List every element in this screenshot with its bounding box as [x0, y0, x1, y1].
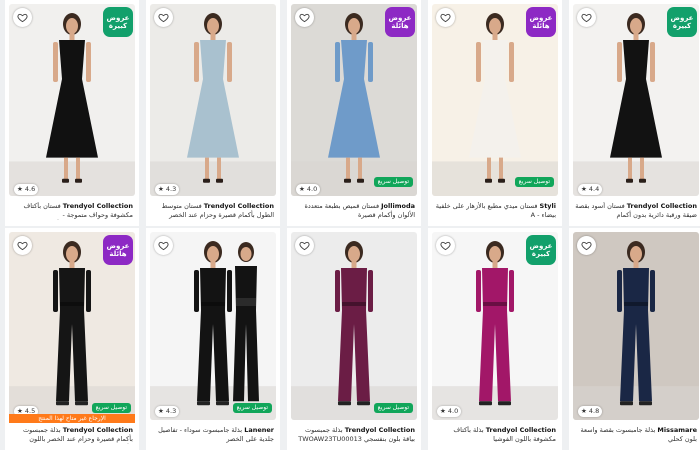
rating-badge: ★ 4.0 — [437, 406, 462, 417]
product-card[interactable]: عروض كبيرة ★ 4.0 Trendyol Collection بذلة ب… — [428, 228, 562, 450]
heart-icon — [17, 13, 28, 23]
product-brand: Trendyol Collection — [203, 202, 274, 210]
product-description[interactable]: Trendyol Collection فستان متوسط الطول بأ… — [152, 202, 274, 220]
deal-badge-text: كبيرة — [672, 22, 692, 30]
deal-badge: عروض كبيرة — [667, 7, 697, 37]
express-delivery-badge: توصيل سريع — [373, 403, 413, 413]
favorite-button[interactable] — [577, 236, 596, 255]
heart-icon — [158, 13, 169, 23]
rating-badge: ★ 4.8 — [578, 406, 603, 417]
heart-icon — [17, 241, 28, 251]
favorite-button[interactable] — [154, 236, 173, 255]
product-card[interactable]: ★ 4.3 Trendyol Collection فستان متوسط الط… — [146, 0, 280, 226]
product-photo — [150, 232, 276, 420]
promo-strip: الإرجاع غير متاح لهذا المنتج — [9, 414, 135, 423]
product-image[interactable] — [573, 232, 699, 420]
product-card[interactable]: توصيل سريع Trendyol Collection بذلة جمبسو… — [287, 228, 421, 450]
product-image[interactable] — [150, 232, 276, 420]
product-brand: Styli — [539, 202, 556, 210]
deal-badge-text: عروض — [670, 14, 694, 22]
heart-icon — [299, 13, 310, 23]
product-card[interactable]: عروض كبيرة ★ 4.4 Trendyol Collection فستان … — [569, 0, 700, 226]
product-description[interactable]: Trendyol Collection بذلة بأكتاف مكشوفة ب… — [434, 426, 556, 444]
product-image[interactable] — [291, 232, 417, 420]
product-card[interactable]: عروض هائلة ★ 4.5 توصيل سريع الإرجاع غير متاح… — [5, 228, 139, 450]
rating-badge: ★ 4.0 — [296, 184, 321, 195]
heart-icon — [440, 13, 451, 23]
product-card[interactable]: ★ 4.3 توصيل سريع Lanener بذلة جامبسوت سودا… — [146, 228, 280, 450]
deal-badge-text: عروض — [388, 14, 412, 22]
deal-badge-text: كبيرة — [531, 250, 551, 258]
deal-badge-text: كبيرة — [108, 22, 128, 30]
favorite-button[interactable] — [154, 8, 173, 27]
deal-badge-text: عروض — [529, 242, 553, 250]
product-card[interactable]: عروض هائلة ★ 4.0 توصيل سريع Jollimoda فستان … — [287, 0, 421, 226]
favorite-button[interactable] — [13, 236, 32, 255]
product-brand: Trendyol Collection — [626, 202, 697, 210]
product-brand: Missamare — [657, 426, 697, 434]
deal-badge-text: عروض — [106, 14, 130, 22]
product-brand: Lanener — [244, 426, 274, 434]
product-brand: Trendyol Collection — [485, 426, 556, 434]
heart-icon — [158, 241, 169, 251]
deal-badge: عروض هائلة — [385, 7, 415, 37]
express-delivery-badge: توصيل سريع — [373, 177, 413, 187]
product-title: فستان ميدي مطبع بالأزهار على خلفية بيضاء… — [435, 202, 556, 219]
product-description[interactable]: Missamare بذلة جامبسوت بقصة واسعة بلون ك… — [575, 426, 698, 444]
rating-badge: ★ 4.6 — [14, 184, 39, 195]
express-delivery-badge: توصيل سريع — [514, 177, 554, 187]
product-card[interactable]: ★ 4.8 Missamare بذلة جامبسوت بقصة واسعة ب… — [569, 228, 700, 450]
heart-icon — [299, 241, 310, 251]
favorite-button[interactable] — [436, 8, 455, 27]
product-brand: Trendyol Collection — [62, 202, 133, 210]
product-card[interactable]: عروض كبيرة ★ 4.6 Trendyol Collection فستان … — [5, 0, 139, 226]
favorite-button[interactable] — [295, 8, 314, 27]
rating-badge: ★ 4.3 — [155, 184, 180, 195]
rating-badge: ★ 4.4 — [578, 184, 603, 195]
favorite-button[interactable] — [295, 236, 314, 255]
deal-badge-text: عروض — [106, 242, 130, 250]
deal-badge-text: هائلة — [391, 22, 409, 30]
deal-badge: عروض هائلة — [526, 7, 556, 37]
favorite-button[interactable] — [13, 8, 32, 27]
heart-icon — [581, 241, 592, 251]
product-grid: عروض كبيرة ★ 4.6 Trendyol Collection فستان … — [0, 0, 700, 450]
deal-badge: عروض هائلة — [103, 235, 133, 265]
product-description[interactable]: Trendyol Collection فستان أسود بقصة ضيقة… — [575, 202, 697, 220]
deal-badge: عروض كبيرة — [103, 7, 133, 37]
product-photo — [291, 232, 417, 420]
product-photo — [573, 232, 699, 420]
favorite-button[interactable] — [577, 8, 596, 27]
heart-icon — [581, 13, 592, 23]
deal-badge: عروض كبيرة — [526, 235, 556, 265]
product-image[interactable] — [150, 4, 276, 196]
deal-badge-text: هائلة — [532, 22, 550, 30]
express-delivery-badge: توصيل سريع — [232, 403, 272, 413]
express-delivery-badge: توصيل سريع — [91, 403, 131, 413]
product-photo — [150, 4, 276, 196]
product-description[interactable]: Trendyol Collection بذلة جمبسوت بأكمام ق… — [11, 426, 133, 444]
deal-badge-text: هائلة — [109, 250, 127, 258]
product-brand: Jollimoda — [381, 202, 415, 210]
product-card[interactable]: عروض هائلة توصيل سريع Styli فستان ميدي مطبع… — [428, 0, 562, 226]
product-description[interactable]: Styli فستان ميدي مطبع بالأزهار على خلفية… — [434, 202, 556, 220]
product-description[interactable]: Trendyol Collection بذلة جمبسوت بياقة بل… — [293, 426, 415, 444]
favorite-button[interactable] — [436, 236, 455, 255]
deal-badge-text: عروض — [529, 14, 553, 22]
product-brand: Trendyol Collection — [344, 426, 415, 434]
product-description[interactable]: Trendyol Collection فستان بأكتاف مكشوفة … — [11, 202, 133, 220]
heart-icon — [440, 241, 451, 251]
rating-badge: ★ 4.3 — [155, 406, 180, 417]
product-brand: Trendyol Collection — [62, 426, 133, 434]
product-description[interactable]: Lanener بذلة جامبسوت سوداء - تفاصيل جلدي… — [152, 426, 274, 444]
product-description[interactable]: Jollimoda فستان قميص بطبعة متعددة الألوا… — [293, 202, 415, 220]
